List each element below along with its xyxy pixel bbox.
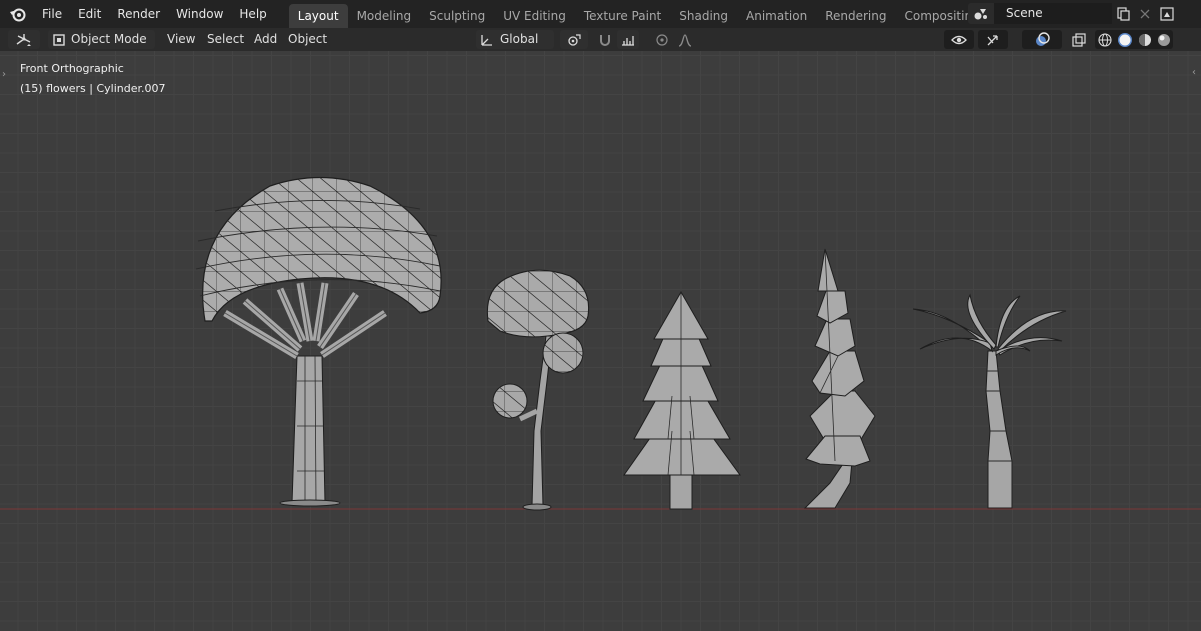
- workspace-tabs: Layout Modeling Sculpting UV Editing Tex…: [288, 4, 1078, 28]
- rendered-shading-icon[interactable]: [1157, 33, 1171, 47]
- mode-label: Object Mode: [71, 32, 147, 46]
- menu-object-label: Object: [288, 32, 328, 46]
- tab-modeling[interactable]: Modeling: [348, 4, 421, 28]
- wireframe-shading-icon[interactable]: [1097, 32, 1112, 47]
- material-preview-icon[interactable]: [1138, 33, 1152, 47]
- menu-object[interactable]: Object: [283, 30, 332, 49]
- tab-rendering[interactable]: Rendering: [816, 4, 895, 28]
- blender-logo-icon[interactable]: [8, 4, 28, 24]
- 3d-viewport-icon: [15, 33, 33, 47]
- magnet-icon: [598, 33, 612, 47]
- proportional-edit-toggle[interactable]: [652, 30, 672, 49]
- scene-name-field[interactable]: Scene: [994, 3, 1112, 24]
- orientation-axes-icon: [479, 33, 495, 47]
- menu-help[interactable]: Help: [231, 0, 274, 28]
- scene-selector: Scene: [968, 3, 1178, 24]
- mushroom-bush-tree[interactable]: [486, 269, 590, 511]
- pivot-point-button[interactable]: [560, 30, 588, 49]
- tab-animation[interactable]: Animation: [737, 4, 816, 28]
- scene-browse-icon[interactable]: [968, 3, 994, 24]
- shading-mode-group: [1095, 30, 1173, 49]
- menu-select-label: Select: [207, 32, 245, 46]
- falloff-button[interactable]: [675, 30, 695, 49]
- scene-objects: [0, 176, 1201, 511]
- gizmo-button[interactable]: [978, 30, 1008, 49]
- new-scene-icon[interactable]: [1112, 3, 1134, 24]
- menu-render[interactable]: Render: [109, 0, 168, 28]
- overlays-icon: [1034, 31, 1050, 48]
- view-layer-icon[interactable]: [1156, 3, 1178, 24]
- eye-icon: [951, 34, 967, 46]
- menu-add-label: Add: [254, 32, 278, 46]
- menu-window[interactable]: Window: [168, 0, 231, 28]
- 3d-viewport[interactable]: Front Orthographic (15) flowers | Cylind…: [0, 51, 1201, 631]
- object-mode-icon: [52, 33, 66, 47]
- round-canopy-tree[interactable]: [195, 176, 442, 507]
- mode-dropdown[interactable]: Object Mode: [48, 30, 155, 49]
- pivot-icon: [567, 33, 581, 47]
- gizmo-arrows-icon: [985, 33, 1001, 47]
- editor-type-button[interactable]: [8, 30, 40, 49]
- snap-target-button[interactable]: [617, 30, 639, 49]
- menu-file[interactable]: File: [34, 0, 70, 28]
- menu-view-label: View: [167, 32, 196, 46]
- menu-add[interactable]: Add: [249, 30, 282, 49]
- proportional-edit-icon: [655, 33, 669, 47]
- menu-edit[interactable]: Edit: [70, 0, 109, 28]
- menu-select[interactable]: Select: [202, 30, 249, 49]
- viewport-header: Object Mode View Select Add Object Globa…: [0, 28, 1201, 51]
- orientation-label: Global: [500, 32, 539, 46]
- main-menu: File Edit Render Window Help: [34, 0, 275, 28]
- palm-tree[interactable]: [912, 293, 1067, 509]
- xray-toggle[interactable]: [1068, 30, 1090, 49]
- tab-texture-paint[interactable]: Texture Paint: [575, 4, 670, 28]
- transform-orientation-dropdown[interactable]: Global: [476, 30, 554, 49]
- tall-spiral-pine[interactable]: [803, 248, 876, 509]
- menu-view[interactable]: View: [162, 30, 200, 49]
- visibility-button[interactable]: [944, 30, 974, 49]
- falloff-curve-icon: [678, 33, 692, 47]
- top-bar: File Edit Render Window Help Layout Mode…: [0, 0, 1201, 28]
- delete-scene-icon[interactable]: [1134, 3, 1156, 24]
- tab-shading[interactable]: Shading: [670, 4, 737, 28]
- tab-sculpting[interactable]: Sculpting: [420, 4, 494, 28]
- tab-layout[interactable]: Layout: [288, 4, 348, 28]
- tab-uv-editing[interactable]: UV Editing: [494, 4, 575, 28]
- pine-tree[interactable]: [623, 290, 741, 510]
- solid-shading-icon[interactable]: [1117, 32, 1133, 48]
- xray-icon: [1072, 32, 1086, 47]
- snap-increment-icon: [621, 33, 635, 47]
- snap-toggle[interactable]: [595, 30, 615, 49]
- overlays-button[interactable]: [1022, 30, 1062, 49]
